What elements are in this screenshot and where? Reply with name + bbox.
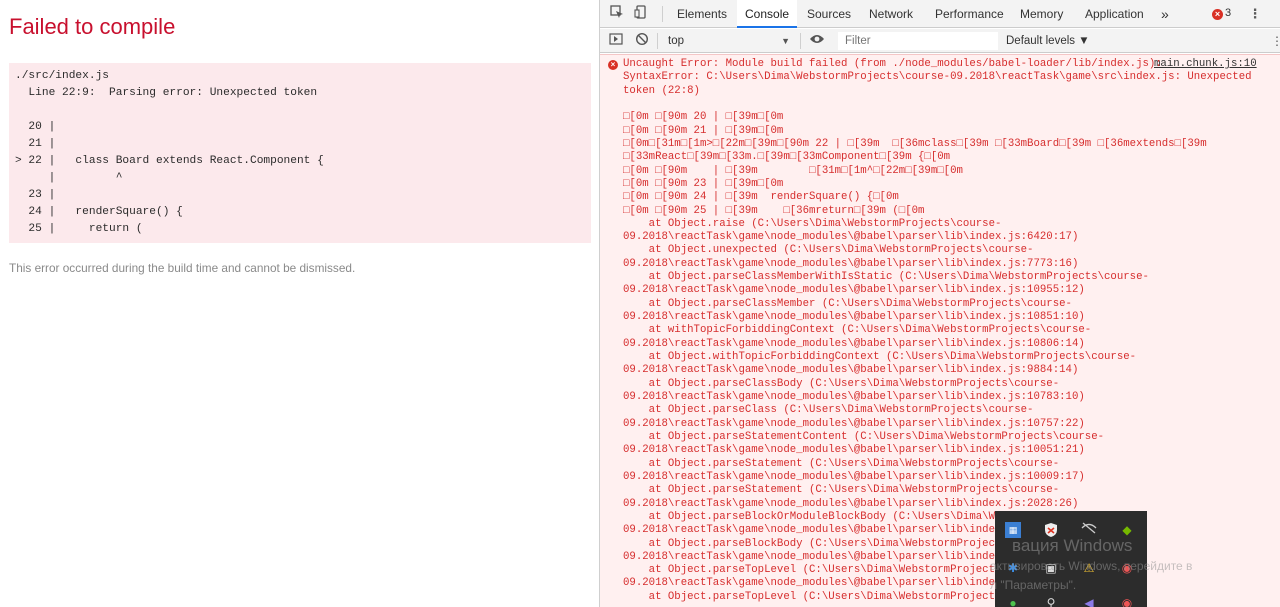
app-icon[interactable]: ◀ [1081,595,1097,607]
code-frame: ./src/index.js Line 22:9: Parsing error:… [9,63,591,243]
error-count: 3 [1225,7,1232,19]
console-line: □[0m □[90m 20 | □[39m□[0m [623,111,784,124]
console-line: 09.2018\reactTask\game\node_modules\@bab… [623,524,1002,537]
tab-performance[interactable]: Performance [927,0,1012,28]
error-icon: × [1212,9,1223,20]
console-line: 09.2018\reactTask\game\node_modules\@bab… [623,417,1085,430]
console-line: at Object.parseStatement (C:\Users\Dima\… [623,457,1060,470]
devtools-panel: Elements Console Sources Network Perform… [599,0,1280,607]
console-line: □[0m □[90m | □[39m □[31m□[1m^□[22m□[39m□… [623,164,963,177]
activation-watermark-title: вация Windows [1012,536,1133,555]
activation-watermark-text: активировать Windows, перейдите в [990,559,1193,573]
console-line: at Object.parseBlockBody (C:\Users\Dima\… [623,537,1002,550]
messenger-icon[interactable]: ● [1005,595,1021,607]
device-toolbar-icon[interactable] [632,5,650,23]
console-line: at Object.unexpected (C:\Users\Dima\Webs… [623,244,1034,257]
console-line: 09.2018\reactTask\game\node_modules\@bab… [623,284,1085,297]
console-line: at Object.parseClassMember (C:\Users\Dim… [623,297,1072,310]
toolbar-divider [800,33,801,49]
filter-input[interactable] [838,32,998,50]
console-line: 09.2018\reactTask\game\node_modules\@bab… [623,231,1079,244]
error-icon: × [608,60,618,70]
console-line: 09.2018\reactTask\game\node_modules\@bab… [623,577,1002,590]
build-time-note: This error occurred during the build tim… [9,261,356,275]
console-line: at Object.parseStatement (C:\Users\Dima\… [623,484,1060,497]
code-line: 21 | [15,138,56,150]
console-line: at Object.parseClass (C:\Users\Dima\Webs… [623,404,1034,417]
console-line: token (22:8) [623,84,700,97]
code-line: 25 | return ( [15,223,143,235]
console-line: 09.2018\reactTask\game\node_modules\@bab… [623,550,1002,563]
code-line: | ^ [15,172,123,184]
console-line: □[0m □[90m 21 | □[39m□[0m [623,124,784,137]
code-line: > 22 | class Board extends React.Compone… [15,155,324,167]
kebab-menu-icon[interactable]: ⋮ [1246,5,1264,23]
devtools-tabbar: Elements Console Sources Network Perform… [600,0,1280,28]
console-line: □[0m □[90m 25 | □[39m □[36mreturn□[39m (… [623,204,925,217]
inspect-element-icon[interactable] [608,5,626,23]
activation-watermark-text: л "Параметры". [990,578,1077,592]
context-select[interactable]: top ▼ [662,32,794,50]
console-line: at Object.parseTopLevel (C:\Users\Dima\W… [623,564,1002,577]
console-line: Uncaught Error: Module build failed (fro… [623,58,1162,70]
console-line: at Object.parseClassMemberWithIsStatic (… [623,271,1149,284]
console-line: 09.2018\reactTask\game\node_modules\@bab… [623,497,1079,510]
console-line: 09.2018\reactTask\game\node_modules\@bab… [623,337,1085,350]
error-count-badge[interactable]: × 3 [1212,7,1231,20]
console-line: □[0m □[90m 23 | □[39m□[0m [623,177,784,190]
console-line: at Object.raise (C:\Users\Dima\WebstormP… [623,217,1002,230]
code-error-message: Line 22:9: Parsing error: Unexpected tok… [15,87,318,99]
dropdown-arrow-icon: ▼ [781,36,790,46]
console-line: 09.2018\reactTask\game\node_modules\@bab… [623,391,1085,403]
console-line: 09.2018\reactTask\game\node_modules\@bab… [623,257,1079,270]
console-line: at Object.withTopicForbiddingContext (C:… [623,351,1137,364]
tab-elements[interactable]: Elements [669,0,735,28]
code-line: 23 | [15,189,56,201]
context-select-value: top [668,35,684,47]
console-toolbar: top ▼ Default levels ▼ ⋮ [600,29,1280,53]
tab-sources[interactable]: Sources [799,0,859,28]
tab-network[interactable]: Network [861,0,921,28]
tab-application[interactable]: Application [1077,0,1152,28]
console-line: □[0m□[31m□[1m>□[22m□[39m□[90m 22 | □[39m… [623,137,1207,150]
console-line: at Object.parseBlockOrModuleBlockBody (C… [623,510,1002,523]
live-expression-eye-icon[interactable] [808,32,826,50]
console-line: SyntaxError: C:\Users\Dima\WebstormProje… [623,71,1252,84]
console-settings-icon[interactable]: ⋮ [1268,32,1280,50]
console-line: 09.2018\reactTask\game\node_modules\@bab… [623,444,1085,457]
source-link[interactable]: main.chunk.js:10 [1154,58,1257,70]
sidebar-toggle-icon[interactable] [607,32,625,50]
code-file-path: ./src/index.js [15,70,109,82]
usb-icon[interactable]: ⚲ [1043,595,1059,607]
console-line: □[0m □[90m 24 | □[39m renderSquare() {□[… [623,191,899,204]
clear-console-icon[interactable] [633,32,651,50]
console-line: at Object.parseTopLevel (C:\Users\Dima\W… [623,590,1002,603]
code-line: 20 | [15,121,56,133]
more-tabs-button[interactable]: » [1153,0,1177,28]
console-line: at Object.parseStatementContent (C:\User… [623,430,1105,443]
tab-memory[interactable]: Memory [1012,0,1071,28]
console-line: 09.2018\reactTask\game\node_modules\@bab… [623,311,1085,324]
console-line: □[33mReact□[39m□[33m.□[39m□[33mComponent… [623,151,951,164]
console-line: at Object.parseClassBody (C:\Users\Dima\… [623,377,1060,390]
log-levels-select[interactable]: Default levels ▼ [1006,32,1090,50]
chrome-icon[interactable]: ◉ [1119,595,1135,607]
page-title: Failed to compile [9,14,176,39]
console-output: × main.chunk.js:10 Uncaught Error: Modul… [600,54,1280,607]
console-line: 09.2018\reactTask\game\node_modules\@bab… [623,364,1079,377]
toolbar-divider [657,33,658,49]
console-line: 09.2018\reactTask\game\node_modules\@bab… [623,470,1085,483]
tabbar-divider [662,6,663,22]
console-line: at withTopicForbiddingContext (C:\Users\… [623,324,1092,337]
error-overlay: Failed to compile ./src/index.js Line 22… [0,0,599,607]
tab-console[interactable]: Console [737,0,798,28]
code-line: 24 | renderSquare() { [15,206,183,218]
